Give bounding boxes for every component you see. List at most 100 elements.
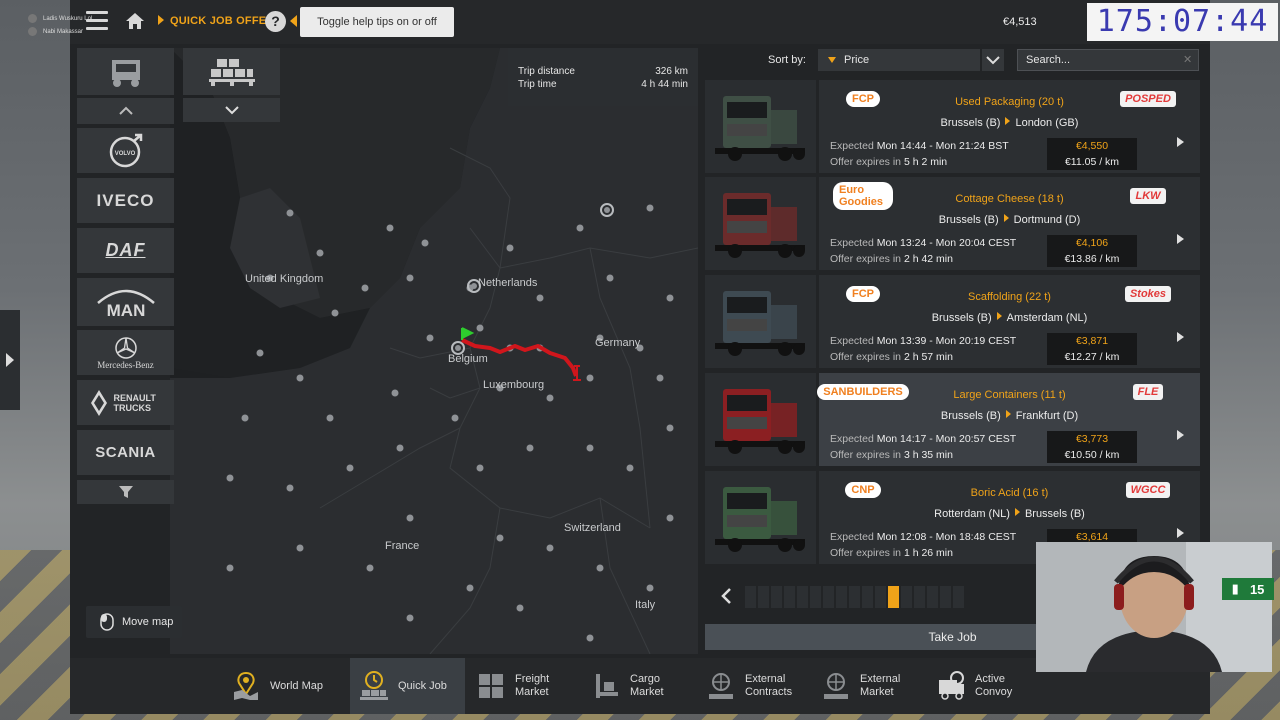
open-offer-arrow-icon[interactable] bbox=[1177, 528, 1184, 538]
truck-thumbnail bbox=[705, 80, 816, 173]
side-panel-toggle[interactable] bbox=[0, 310, 20, 410]
brand-scania[interactable]: SCANIA bbox=[77, 430, 174, 475]
webcam-overlay bbox=[1036, 542, 1272, 672]
sort-value: Price bbox=[844, 54, 870, 66]
trip-time-label: Trip time bbox=[518, 79, 557, 90]
quick-job-icon bbox=[360, 671, 388, 700]
page-indicator[interactable] bbox=[888, 586, 899, 608]
job-offer-row[interactable]: SANBUILDERS Large Containers (11 t) FLE … bbox=[705, 373, 1200, 466]
expected-time: Expected Mon 13:24 - Mon 20:04 CEST bbox=[830, 237, 1017, 249]
chevron-down-icon bbox=[224, 106, 239, 115]
map-label-nl: Netherlands bbox=[478, 277, 538, 289]
help-toggle-button[interactable]: ? bbox=[265, 11, 286, 32]
route: Brussels (B) Frankfurt (D) bbox=[819, 410, 1200, 422]
nav-freight-market[interactable]: Freight Market bbox=[475, 658, 575, 714]
chat-overlay: Ladis Wuskuru Lol Nabi Makassar bbox=[28, 12, 178, 38]
nav-external-market[interactable]: External Market bbox=[820, 658, 920, 714]
page-indicator[interactable] bbox=[745, 586, 756, 608]
brand-filter-button[interactable] bbox=[77, 480, 174, 504]
page-indicator[interactable] bbox=[875, 586, 886, 608]
offer-expires: Offer expires in 2 h 42 min bbox=[830, 253, 953, 265]
nav-cargo-market[interactable]: Cargo Market bbox=[590, 658, 690, 714]
sort-dropdown-button[interactable] bbox=[982, 49, 1004, 71]
page-indicator[interactable] bbox=[784, 586, 795, 608]
brand-iveco[interactable]: IVECO bbox=[77, 178, 174, 223]
page-indicator[interactable] bbox=[771, 586, 782, 608]
open-offer-arrow-icon[interactable] bbox=[1177, 234, 1184, 244]
nav-active-convoy[interactable]: Active Convoy bbox=[935, 658, 1045, 714]
sort-select[interactable]: Price bbox=[818, 49, 980, 71]
route-arrow-icon bbox=[996, 312, 1002, 320]
move-map-label: Move map bbox=[122, 616, 174, 628]
page-indicator[interactable] bbox=[758, 586, 769, 608]
page-indicator[interactable] bbox=[940, 586, 951, 608]
money-balance: €4,513 bbox=[1003, 16, 1037, 28]
avatar bbox=[28, 14, 37, 23]
brand-volvo[interactable]: VOLVO bbox=[77, 128, 174, 173]
page-indicator[interactable] bbox=[836, 586, 847, 608]
mercedes-star-icon bbox=[114, 336, 137, 359]
map-label-uk: United Kingdom bbox=[245, 273, 323, 285]
offer-expires: Offer expires in 3 h 35 min bbox=[830, 449, 953, 461]
open-offer-arrow-icon[interactable] bbox=[1177, 332, 1184, 342]
route: Brussels (B) Dortmund (D) bbox=[819, 214, 1200, 226]
chat-user: Ladis Wuskuru bbox=[43, 15, 83, 22]
map-label-be: Belgium bbox=[448, 353, 488, 365]
page-indicator[interactable] bbox=[927, 586, 938, 608]
world-map[interactable]: United Kingdom Netherlands Belgium Luxem… bbox=[170, 48, 698, 654]
truck-filter-tile[interactable] bbox=[77, 48, 174, 95]
page-indicator[interactable] bbox=[914, 586, 925, 608]
page-indicator[interactable] bbox=[862, 586, 873, 608]
brand-mercedes[interactable]: Mercedes-Benz bbox=[77, 330, 174, 375]
cargo-scroll-down[interactable] bbox=[183, 98, 280, 122]
job-offer-row[interactable]: FCP Used Packaging (20 t) POSPED Brussel… bbox=[705, 80, 1200, 173]
trip-time-value: 4 h 44 min bbox=[641, 79, 688, 90]
nav-label: Quick Job bbox=[398, 680, 447, 692]
page-indicator[interactable] bbox=[823, 586, 834, 608]
brand-renault[interactable]: RENAULT TRUCKS bbox=[77, 380, 174, 425]
route-from: Brussels (B) bbox=[931, 312, 992, 324]
nav-quick-job[interactable]: Quick Job bbox=[350, 658, 465, 714]
route-from: Rotterdam (NL) bbox=[934, 508, 1010, 520]
offer-card[interactable]: FCP Scaffolding (22 t) Stokes Brussels (… bbox=[819, 275, 1200, 368]
open-offer-arrow-icon[interactable] bbox=[1177, 137, 1184, 147]
offer-card[interactable]: Euro Goodies Cottage Cheese (18 t) LKW B… bbox=[819, 177, 1200, 270]
search-clear-icon[interactable]: ✕ bbox=[1183, 53, 1192, 66]
cargo-filter-tile[interactable] bbox=[183, 48, 280, 95]
company-logo-right: POSPED bbox=[1115, 88, 1181, 110]
route: Rotterdam (NL) Brussels (B) bbox=[819, 508, 1200, 520]
nav-world-map[interactable]: World Map bbox=[230, 658, 350, 714]
company-logo-right: Stokes bbox=[1115, 283, 1181, 305]
help-tooltip: Toggle help tips on or off bbox=[300, 7, 454, 37]
external-market-icon bbox=[824, 673, 848, 699]
cargo-market-icon bbox=[596, 674, 618, 698]
truck-image bbox=[705, 275, 816, 368]
truck-thumbnail bbox=[705, 373, 816, 466]
page-indicator[interactable] bbox=[797, 586, 808, 608]
route-from: Brussels (B) bbox=[940, 410, 1001, 422]
page-indicator[interactable] bbox=[901, 586, 912, 608]
job-offer-row[interactable]: FCP Scaffolding (22 t) Stokes Brussels (… bbox=[705, 275, 1200, 368]
search-input[interactable] bbox=[1017, 49, 1199, 71]
page-indicator[interactable] bbox=[849, 586, 860, 608]
brand-scroll-up[interactable] bbox=[77, 98, 174, 124]
job-offer-row[interactable]: Euro Goodies Cottage Cheese (18 t) LKW B… bbox=[705, 177, 1200, 270]
top-bar: QUICK JOB OFFERS ? Toggle help tips on o… bbox=[70, 0, 1210, 44]
route-to: Frankfurt (D) bbox=[1015, 410, 1079, 422]
map-canvas: United Kingdom Netherlands Belgium Luxem… bbox=[170, 48, 698, 654]
viewer-count-badge: ▮ 15 bbox=[1222, 578, 1274, 600]
offer-card[interactable]: SANBUILDERS Large Containers (11 t) FLE … bbox=[817, 373, 1200, 466]
offer-card[interactable]: FCP Used Packaging (20 t) POSPED Brussel… bbox=[819, 80, 1200, 173]
map-label-fr: France bbox=[385, 540, 419, 552]
page-indicator[interactable] bbox=[810, 586, 821, 608]
page-indicator[interactable] bbox=[953, 586, 964, 608]
previous-page-icon[interactable] bbox=[719, 588, 735, 604]
price-per-km: €10.50 / km bbox=[1047, 447, 1137, 463]
expected-time: Expected Mon 13:39 - Mon 20:19 CEST bbox=[830, 335, 1017, 347]
open-offer-arrow-icon[interactable] bbox=[1177, 430, 1184, 440]
brand-daf[interactable]: DAF bbox=[77, 228, 174, 273]
truck-image bbox=[705, 80, 816, 173]
chevron-up-icon bbox=[118, 106, 133, 115]
nav-external-contracts[interactable]: External Contracts bbox=[705, 658, 810, 714]
brand-man[interactable]: MAN bbox=[77, 278, 174, 326]
